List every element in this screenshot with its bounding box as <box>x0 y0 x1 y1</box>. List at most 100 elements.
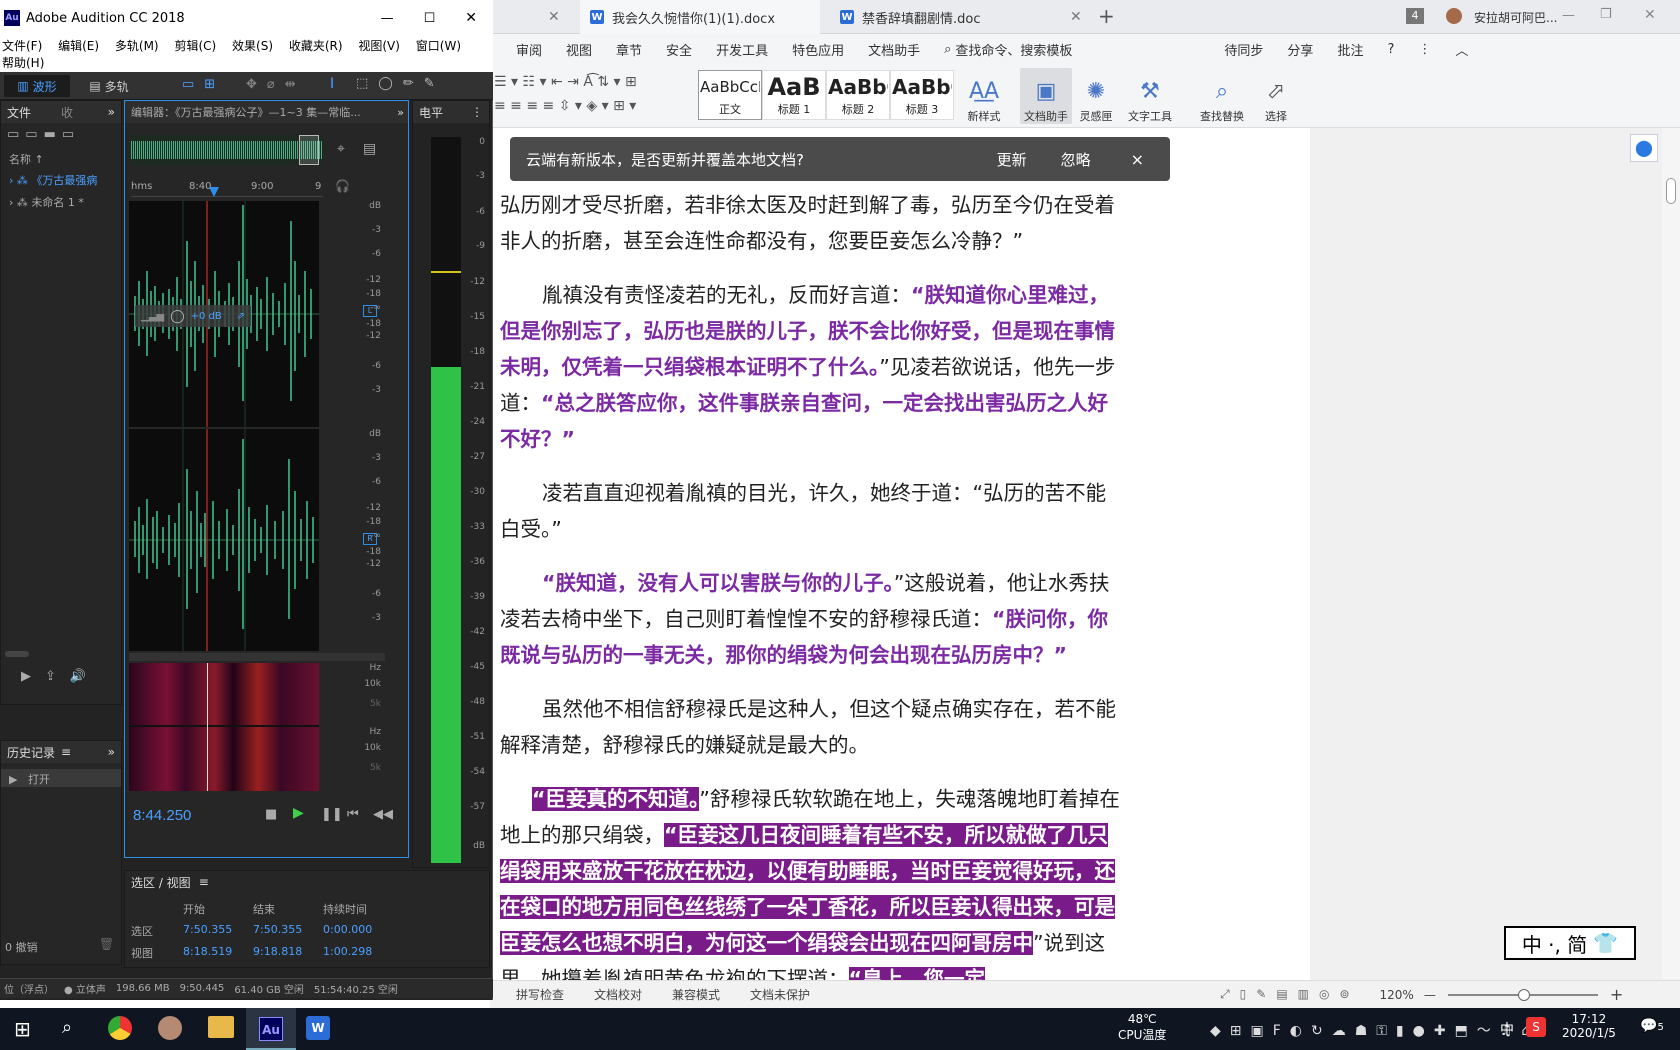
sync-button[interactable]: 待同步 <box>1224 40 1263 59</box>
compat-mode[interactable]: 兼容模式 <box>672 986 720 1003</box>
new-style-button[interactable]: A͟A 新样式 <box>958 68 1010 124</box>
overview-viewport[interactable] <box>299 135 319 165</box>
minimize-icon[interactable]: — <box>381 11 394 26</box>
expand-icon[interactable]: » <box>108 105 115 119</box>
windows-start-icon[interactable]: ⊞ <box>14 1017 31 1041</box>
time-selection-tool-icon[interactable]: I <box>330 76 334 92</box>
close-icon[interactable]: ✕ <box>548 9 560 25</box>
menu-favorites[interactable]: 收藏夹(R) <box>289 39 343 53</box>
multitrack-mode-button[interactable]: ▤ 多轨 <box>78 75 140 97</box>
folder-icon[interactable] <box>208 1016 234 1038</box>
play-icon[interactable]: ▶ <box>293 805 304 821</box>
stop-icon[interactable]: ■ <box>265 807 277 822</box>
files-toolbar[interactable]: ▭▭▬▭ <box>1 123 121 149</box>
selection-tool-icons[interactable]: ⬚◯✏✎ <box>356 76 445 91</box>
file-item[interactable]: › ⁂ 未命名 1 * <box>1 191 121 213</box>
close-icon[interactable]: ✕ <box>1644 7 1656 23</box>
chrome-icon[interactable] <box>108 1016 132 1040</box>
badge[interactable]: 4 <box>1406 8 1424 24</box>
zoom-level[interactable]: 120% <box>1380 988 1414 1002</box>
spell-check[interactable]: 拼写检查 <box>516 986 564 1003</box>
language-indicator[interactable]: 中 <box>1500 1019 1514 1039</box>
menu-file[interactable]: 文件(F) <box>2 39 42 53</box>
menu-edit[interactable]: 编辑(E) <box>58 39 99 53</box>
overview-waveform[interactable] <box>131 135 323 165</box>
search-icon[interactable]: ⌕ <box>62 1017 72 1038</box>
knob-icon[interactable]: ◯ <box>170 309 185 324</box>
help-icon[interactable]: ? <box>1387 42 1394 57</box>
selection-duration[interactable]: 0:00.000 <box>323 923 372 936</box>
document-text[interactable]: 弘历刚才受尽折磨，若非徐太医及时赶到解了毒，弘历至今仍在受着非人的折磨，甚至会连… <box>500 140 1120 980</box>
edit-tool-icons[interactable]: ✥⌀⇹ <box>246 77 306 92</box>
sogou-ime-icon[interactable]: S <box>1526 1017 1546 1037</box>
paragraph-tools[interactable]: ☰ ▾ ☷ ▾ ⇤ ⇥ A͡ ⇅ ▾ ⊞ ≡ ≡ ≡ ≡ ⇳ ▾ ◈ ▾ ⊞ ▾ <box>494 70 694 122</box>
menu-doc-assistant[interactable]: 文档助手 <box>868 40 920 59</box>
wps-icon[interactable]: W <box>306 1016 330 1040</box>
view-mode-icons[interactable]: ⤢▯✎▤▥◎⊚ <box>1220 987 1359 1002</box>
menu-window[interactable]: 窗口(W) <box>416 39 461 53</box>
style-heading-3[interactable]: AaBbC 标题 3 <box>890 70 954 120</box>
history-item[interactable]: ▶ 打开 <box>1 769 121 787</box>
minimize-icon[interactable]: — <box>1562 8 1575 23</box>
channel-right-button[interactable]: R <box>363 533 377 545</box>
selection-start[interactable]: 7:50.355 <box>183 923 232 936</box>
ignore-button[interactable]: 忽略 <box>1051 147 1101 172</box>
update-button[interactable]: 更新 <box>987 147 1037 172</box>
menu-help[interactable]: 帮助(H) <box>2 56 44 70</box>
skip-back-icon[interactable]: ⏮ <box>347 807 359 822</box>
menu-section[interactable]: 章节 <box>616 40 642 59</box>
view-end[interactable]: 9:18.818 <box>253 945 302 958</box>
comment-button[interactable]: 批注 <box>1337 40 1363 59</box>
scrollbar-thumb[interactable] <box>1666 178 1676 204</box>
taskbar-audition[interactable]: Au <box>246 1008 296 1050</box>
panel-divider[interactable] <box>129 653 385 661</box>
file-item[interactable]: › ⁂ 《万古最强病 <box>1 169 121 191</box>
notification-icon[interactable]: 💬5 <box>1640 1018 1664 1034</box>
document-page[interactable]: 弘历刚才受尽折磨，若非徐太医及时赶到解了毒，弘历至今仍在受着非人的折磨，甚至会连… <box>490 128 1310 980</box>
select-button[interactable]: ⬀ 选择 <box>1250 68 1302 124</box>
menu-security[interactable]: 安全 <box>666 40 692 59</box>
menu-features[interactable]: 特色应用 <box>792 40 844 59</box>
style-heading-2[interactable]: AaBbC 标题 2 <box>826 70 890 120</box>
clock[interactable]: 17:12 2020/1/5 <box>1562 1012 1616 1040</box>
rewind-icon[interactable]: ◀◀ <box>373 807 393 822</box>
command-search[interactable]: 查找命令、搜索模板 <box>955 40 1072 59</box>
pin-icon[interactable]: ⇗ <box>237 311 245 322</box>
zoom-slider-thumb[interactable] <box>1517 988 1530 1001</box>
headphones-icon[interactable]: 🎧 <box>335 179 350 193</box>
more-icon[interactable]: ⋮ <box>1418 42 1431 57</box>
menu-view[interactable]: 视图 <box>566 40 592 59</box>
zoom-navigator-icon[interactable]: ⌖ <box>337 141 345 157</box>
close-icon[interactable]: ✕ <box>465 10 477 26</box>
trash-icon[interactable]: 🗑 <box>99 937 114 951</box>
avatar[interactable] <box>1446 8 1462 24</box>
waveform-mode-button[interactable]: ▥ 波形 <box>4 75 70 97</box>
maximize-icon[interactable]: ❐ <box>1600 7 1612 22</box>
inspiration-button[interactable]: ✺ 灵感匣 <box>1070 68 1122 124</box>
zoom-slider[interactable] <box>1447 988 1598 1001</box>
menu-clip[interactable]: 剪辑(C) <box>174 39 216 53</box>
zoom-out-icon[interactable]: — <box>1424 988 1436 1002</box>
tray-icons[interactable]: ◆⊞▣F◐↻☁☗⚿▮●✚⬒〜♫⌂ <box>1210 1020 1539 1040</box>
maximize-icon[interactable]: ☐ <box>424 11 436 26</box>
file-transport-icons[interactable]: ▶⇪🔊 <box>21 669 100 684</box>
share-button[interactable]: 分享 <box>1287 40 1313 59</box>
doc-proof[interactable]: 文档校对 <box>594 986 642 1003</box>
scrollbar-thumb[interactable] <box>5 651 29 657</box>
cpu-temp[interactable]: 48℃ CPU温度 <box>1118 1012 1166 1043</box>
doc-protect[interactable]: 文档未保护 <box>750 986 810 1003</box>
hud-gain-control[interactable]: ▁▃▅ ◯ +0 dB ⇗ <box>135 305 251 327</box>
menu-review[interactable]: 审阅 <box>516 40 542 59</box>
doc-tab-2[interactable]: W 禁香辞填翻剧情.doc <box>830 0 1070 34</box>
ime-toolbar[interactable]: 中 ·, 简 👕 <box>1504 926 1636 960</box>
text-tools-button[interactable]: ⚒ 文字工具 <box>1124 68 1176 124</box>
menu-view[interactable]: 视图(V) <box>358 39 400 53</box>
doc-assistant-button[interactable]: ▣ 文档助手 <box>1020 68 1072 124</box>
add-tab-button[interactable]: + <box>1098 4 1115 28</box>
app-avatar-icon[interactable] <box>158 1016 182 1040</box>
files-tab[interactable]: 文件 <box>7 104 31 121</box>
style-normal[interactable]: AaBbCcDd 正文 <box>698 70 762 120</box>
favorites-tab[interactable]: 收 <box>61 104 73 121</box>
doc-tab-1[interactable]: W 我会久久惋惜你(1)(1).docx <box>580 0 820 34</box>
location-pin-icon[interactable]: ⬤ <box>1630 134 1658 162</box>
